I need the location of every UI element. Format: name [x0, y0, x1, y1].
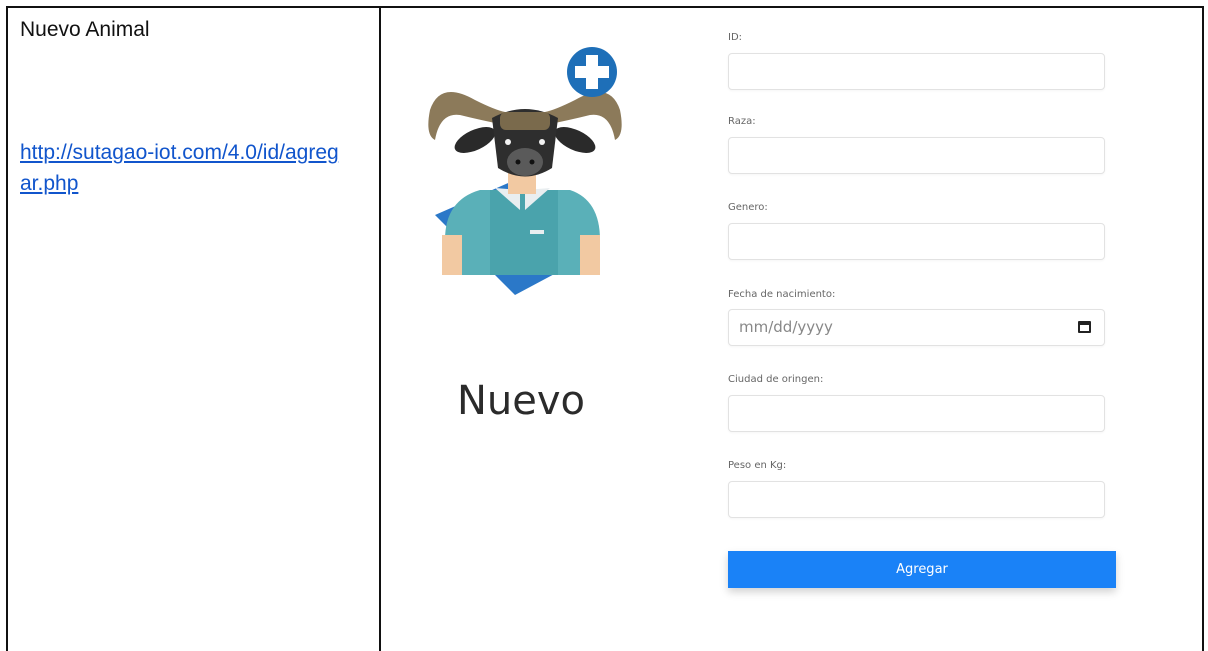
hero-title: Nuevo	[457, 378, 586, 424]
birthdate-wrapper: mm/dd/yyyy	[728, 309, 1105, 346]
origin-city-label: Ciudad de oringen:	[728, 374, 824, 385]
id-label: ID:	[728, 32, 743, 43]
birthdate-label: Fecha de nacimiento:	[728, 289, 836, 300]
calendar-icon[interactable]	[1078, 321, 1091, 333]
origin-city-input[interactable]	[728, 395, 1105, 432]
breed-input[interactable]	[728, 137, 1105, 174]
gender-input[interactable]	[728, 223, 1105, 260]
add-animal-form: ID: Raza: Genero: Fecha de nacimiento: m…	[728, 30, 1108, 518]
breed-label: Raza:	[728, 116, 756, 127]
page-url-link[interactable]: http://sutagao-iot.com/4.0/id/agregar.ph…	[20, 137, 350, 199]
column-divider	[379, 6, 381, 651]
gender-label: Genero:	[728, 202, 768, 213]
weight-input[interactable]	[728, 481, 1105, 518]
left-cell: Nuevo Animal http://sutagao-iot.com/4.0/…	[20, 18, 370, 199]
id-input[interactable]	[728, 53, 1105, 90]
weight-label: Peso en Kg:	[728, 460, 787, 471]
birthdate-input[interactable]: mm/dd/yyyy	[728, 309, 1105, 346]
add-button[interactable]: Agregar	[728, 551, 1116, 588]
buffalo-person-add-icon	[420, 40, 630, 310]
document-title: Nuevo Animal	[20, 18, 150, 41]
